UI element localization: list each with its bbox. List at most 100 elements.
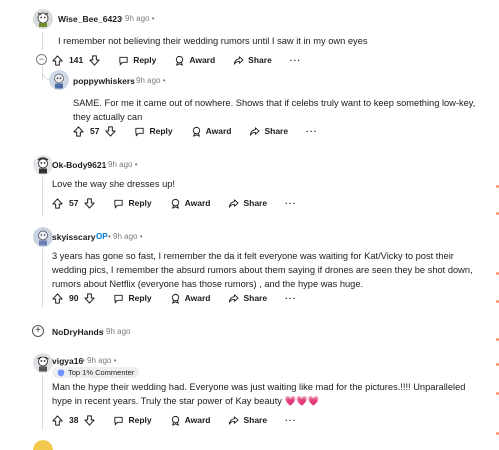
avatar[interactable] [49,70,69,90]
avatar[interactable] [33,227,53,247]
share-icon [229,198,239,208]
award-button[interactable]: Award [170,415,210,426]
reply-label: Reply [128,293,152,303]
award-button[interactable]: Award [170,198,210,209]
comment-actions: 38 Reply Award Share ··· [52,412,297,428]
upvote-icon[interactable] [52,414,63,426]
share-button[interactable]: Share [228,415,267,426]
comment-username[interactable]: Ok-Body9621 [52,160,106,170]
downvote-icon[interactable] [89,54,100,66]
comment-username[interactable]: skyisscary [52,232,96,242]
award-icon [192,126,200,137]
share-label: Share [243,293,268,303]
comment-body: Love the way she dresses up! [52,179,175,189]
upvote-icon[interactable] [52,197,63,209]
more-options-button[interactable]: ··· [285,293,297,303]
timestamp-text: 9h ago [108,160,133,169]
reply-button[interactable]: Reply [113,415,152,426]
more-options-button[interactable]: ··· [285,415,297,425]
comment-body: Man the hype their wedding had. Everyone… [52,382,466,406]
thread-line[interactable] [42,375,43,430]
reply-label: Reply [128,415,152,425]
comment-username[interactable]: NoDryHands [52,327,103,337]
comment-username[interactable]: vigya16 [52,356,83,366]
vote-count: 57 [90,126,100,136]
award-icon [171,415,179,426]
expand-thread-button[interactable]: + [32,325,44,337]
comment-username[interactable]: poppywhiskers [73,76,135,86]
comment-body: I remember not believing their wedding r… [58,36,368,46]
award-label: Award [184,293,211,303]
comment-body: SAME. For me it came out of nowhere. Sho… [73,98,476,122]
share-button[interactable]: Share [228,293,267,304]
reply-button[interactable]: Reply [113,198,152,209]
award-label: Award [189,55,216,65]
thread-line[interactable] [42,249,43,307]
share-label: Share [243,415,268,425]
more-options-button[interactable]: ··· [290,55,302,65]
reply-button[interactable]: Reply [134,126,173,137]
share-button[interactable]: Share [228,198,267,209]
upvote-icon[interactable] [52,292,63,304]
reply-label: Reply [128,198,152,208]
avatar[interactable] [33,440,53,450]
share-icon [229,293,239,303]
avatar[interactable] [33,9,53,29]
reply-label: Reply [149,126,173,136]
more-options-button[interactable]: ··· [306,126,318,136]
vote-count: 90 [69,293,79,303]
share-icon [229,415,239,425]
downvote-icon[interactable] [84,197,96,209]
reply-icon [114,294,124,304]
avatar[interactable] [33,155,53,175]
comment-actions: 57 Reply Award Share ··· [73,123,318,139]
reply-icon [114,199,124,209]
thread-line[interactable] [42,32,43,50]
vote-group: 57 [73,125,117,137]
downvote-icon[interactable] [84,414,96,426]
share-button[interactable]: Share [233,55,272,66]
comment-username[interactable]: Wise_Bee_6423 [58,14,122,24]
share-label: Share [264,126,289,136]
downvote-icon[interactable] [105,125,117,137]
vote-count: 141 [69,55,84,65]
downvote-icon[interactable] [84,292,96,304]
reply-button[interactable]: Reply [118,55,156,66]
comment-actions: 141 Reply Award Share ··· [52,52,301,68]
reply-icon [135,127,145,137]
share-button[interactable]: Share [249,126,288,137]
top-commenter-badge: Top 1% Commenter [52,367,140,378]
vote-group: 57 [52,197,96,209]
timestamp-text: 9h ago [113,232,138,241]
collapse-thread-button[interactable]: − [36,54,47,65]
timestamp-text: 9h ago [87,356,112,365]
award-button[interactable]: Award [174,55,215,66]
award-button[interactable]: Award [170,293,211,304]
timestamp-text: 9h ago [106,327,131,336]
comment-timestamp: • 9h ago • [82,356,117,365]
comment-body: 3 years has gone so fast, I remember the… [52,251,473,289]
share-label: Share [248,55,272,65]
comment-timestamp: • 9h ago • [103,160,138,169]
vote-group: 141 [52,54,100,66]
upvote-icon[interactable] [52,54,63,66]
award-icon [171,293,179,304]
timestamp-text: 9h ago [136,76,161,85]
more-options-button[interactable]: ··· [285,198,297,208]
share-icon [234,55,244,65]
upvote-icon[interactable] [73,125,84,137]
vote-count: 38 [69,415,79,425]
comment-actions: 57 Reply Award Share ··· [52,195,297,211]
shield-icon [57,368,65,377]
avatar[interactable] [33,353,53,373]
award-icon [171,198,179,209]
badge-label: Top 1% Commenter [68,368,135,377]
share-icon [250,126,260,136]
comment-timestamp: • 9h ago • [131,76,166,85]
award-button[interactable]: Award [191,126,231,137]
op-badge: OP [96,232,108,241]
thread-line[interactable] [42,177,43,217]
reply-button[interactable]: Reply [113,293,152,304]
comment-actions: 90 Reply Award Share ··· [52,290,297,306]
award-icon [176,55,184,66]
